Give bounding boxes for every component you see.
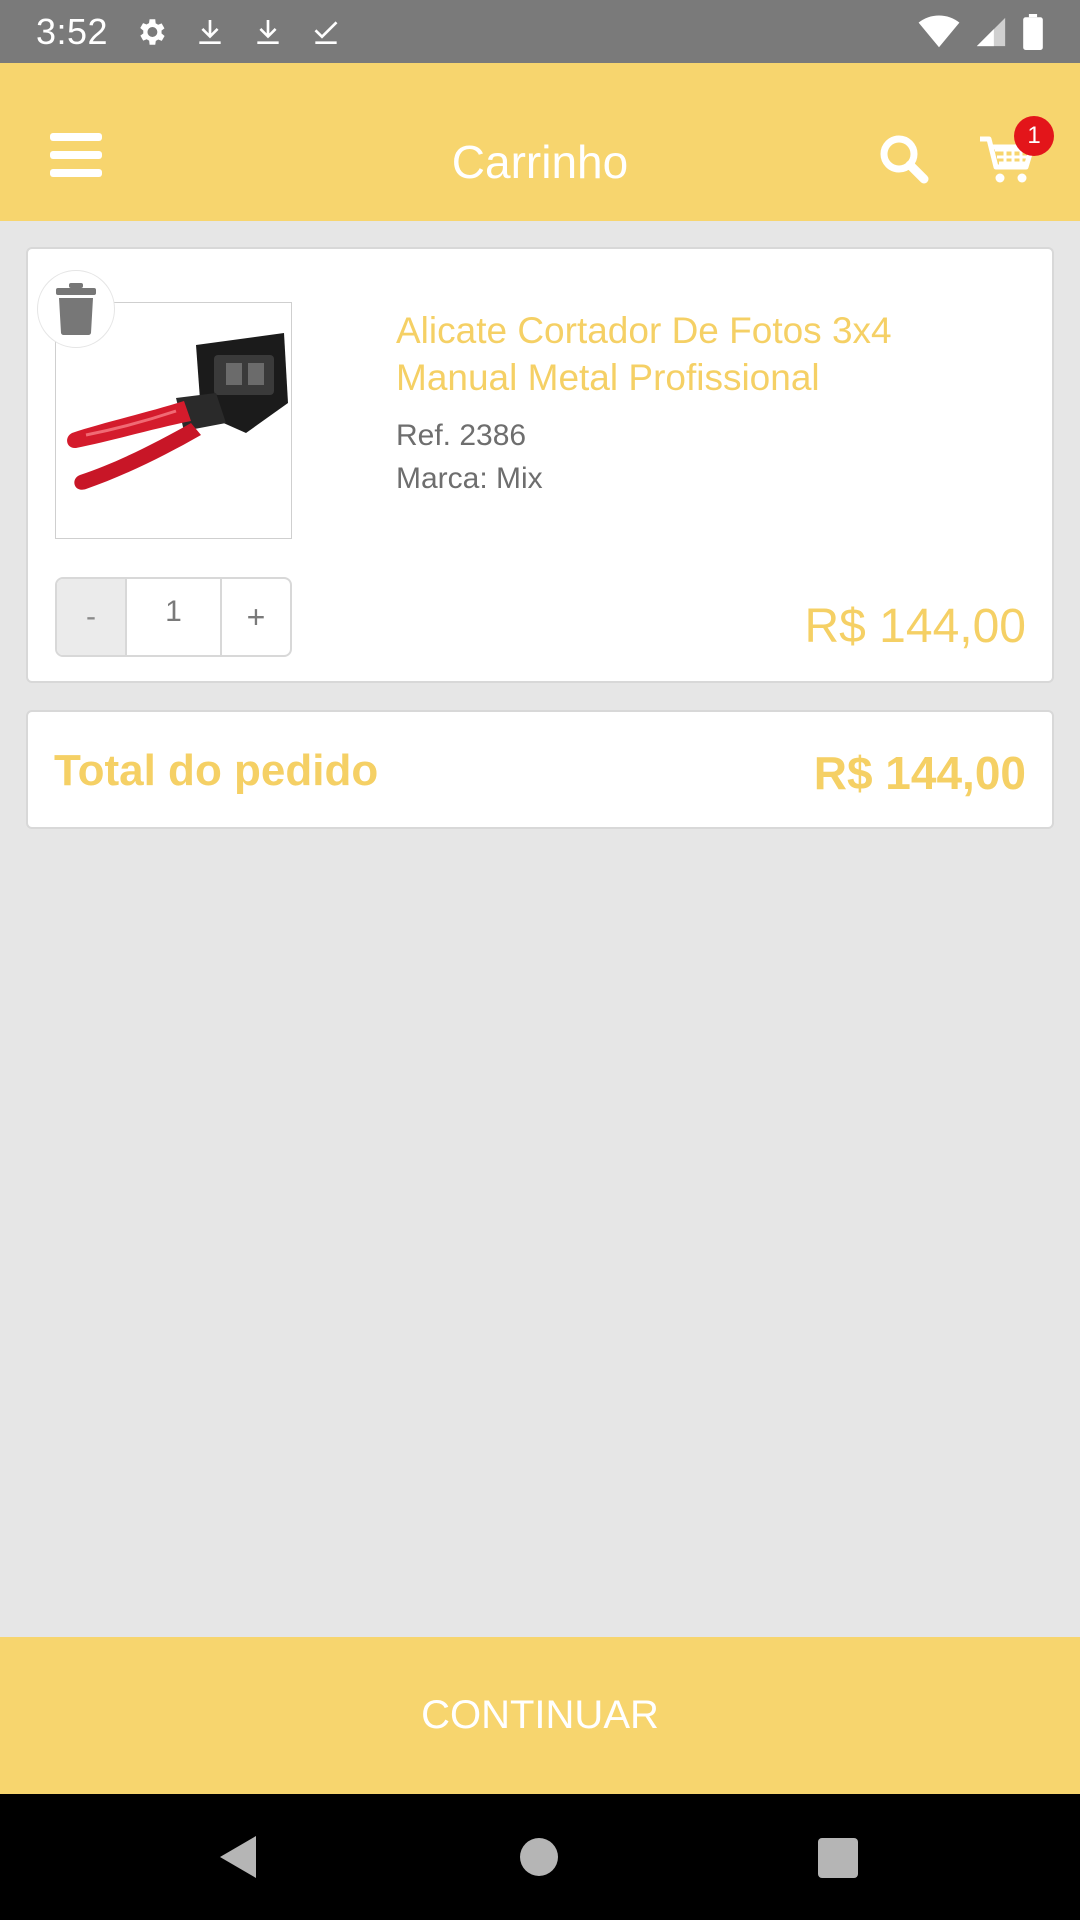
product-name[interactable]: Alicate Cortador De Fotos 3x4 Manual Met… bbox=[396, 307, 1016, 401]
app-bar: Carrinho bbox=[0, 63, 1080, 221]
wifi-icon bbox=[918, 15, 960, 47]
product-brand: Marca: Mix bbox=[396, 462, 543, 495]
cart-item-card: Alicate Cortador De Fotos 3x4 Manual Met… bbox=[26, 247, 1054, 683]
download-done-icon bbox=[314, 20, 338, 44]
status-time: 3:52 bbox=[36, 10, 109, 52]
status-bar: 3:52 bbox=[0, 0, 1080, 63]
search-button[interactable] bbox=[878, 133, 930, 185]
home-icon[interactable] bbox=[520, 1838, 558, 1876]
quantity-value[interactable]: 1 bbox=[127, 579, 222, 655]
total-label: Total do pedido bbox=[54, 746, 379, 795]
product-ref: Ref. 2386 bbox=[396, 419, 527, 452]
quantity-stepper: - 1 + bbox=[55, 577, 292, 657]
delete-item-button[interactable] bbox=[37, 270, 115, 348]
battery-icon bbox=[1023, 13, 1043, 50]
cart-count-badge: 1 bbox=[1014, 116, 1054, 156]
item-price: R$ 144,00 bbox=[804, 600, 1026, 653]
increase-quantity-button[interactable]: + bbox=[222, 579, 290, 655]
continue-button[interactable]: CONTINUAR bbox=[0, 1637, 1080, 1794]
signal-icon bbox=[976, 17, 1006, 46]
settings-icon bbox=[140, 18, 165, 45]
status-icons-right bbox=[918, 13, 1044, 50]
download-icon bbox=[199, 19, 221, 44]
order-total-card: Total do pedido R$ 144,00 bbox=[26, 710, 1054, 829]
system-nav-bar bbox=[0, 1794, 1080, 1920]
back-icon[interactable] bbox=[216, 1834, 260, 1880]
trash-icon bbox=[56, 283, 96, 335]
status-icons-left bbox=[134, 15, 342, 49]
download-icon bbox=[257, 19, 279, 44]
search-icon bbox=[880, 135, 929, 184]
total-value: R$ 144,00 bbox=[813, 747, 1026, 799]
decrease-quantity-button[interactable]: - bbox=[57, 579, 127, 655]
recent-apps-icon[interactable] bbox=[818, 1838, 858, 1878]
